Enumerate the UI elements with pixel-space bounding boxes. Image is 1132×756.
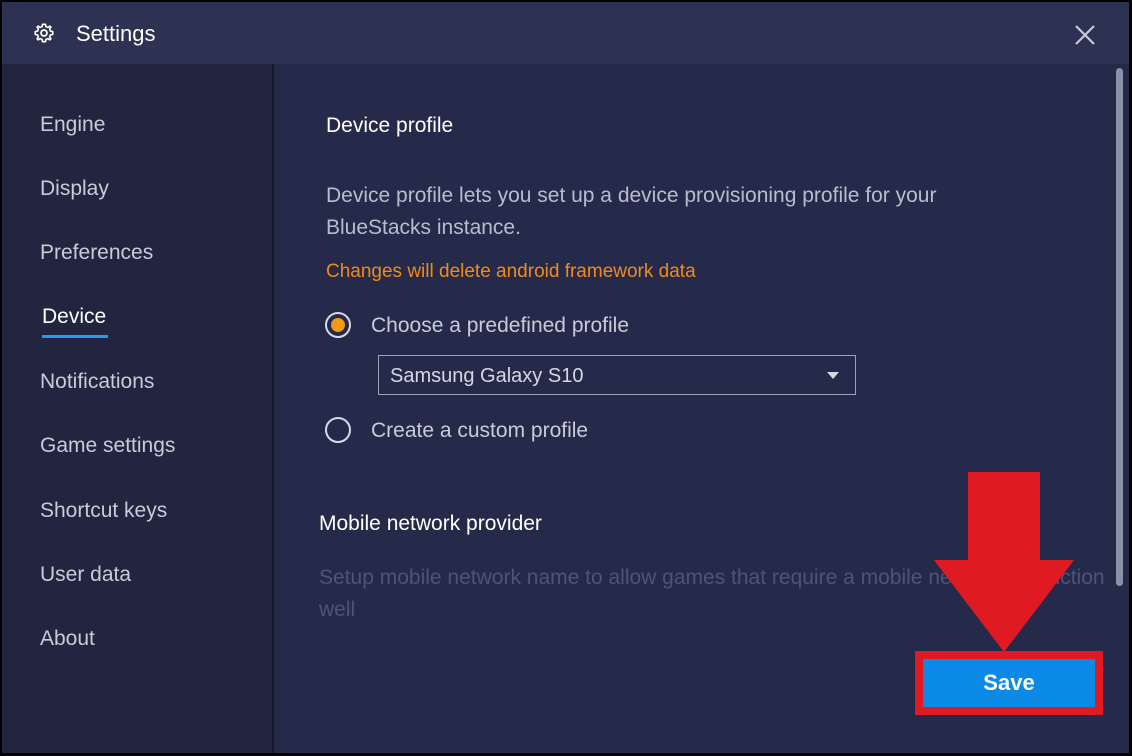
sidebar-item-user-data[interactable]: User data [40, 562, 131, 588]
custom-profile-label[interactable]: Create a custom profile [371, 418, 588, 444]
sidebar-item-game-settings[interactable]: Game settings [40, 433, 175, 459]
chevron-down-icon [827, 372, 839, 379]
gear-icon [34, 23, 54, 43]
sidebar-item-shortcut-keys[interactable]: Shortcut keys [40, 498, 167, 524]
sidebar-item-preferences[interactable]: Preferences [40, 240, 153, 266]
device-profile-description: Device profile lets you set up a device … [326, 184, 937, 239]
device-profile-dropdown-value: Samsung Galaxy S10 [390, 365, 584, 387]
sidebar-item-notifications[interactable]: Notifications [40, 369, 154, 395]
predefined-profile-radio[interactable] [325, 312, 351, 338]
window-title: Settings [76, 21, 156, 46]
close-button[interactable] [1068, 18, 1102, 52]
custom-profile-radio[interactable] [325, 417, 351, 443]
device-profile-warning: Changes will delete android framework da… [326, 261, 696, 282]
active-tab-indicator [42, 335, 108, 338]
settings-window: Settings Engine Display Preferences Devi… [2, 2, 1129, 753]
sidebar-item-display[interactable]: Display [40, 176, 109, 202]
close-icon [1075, 25, 1095, 45]
content-scrollbar[interactable] [1116, 68, 1123, 586]
mobile-network-heading: Mobile network provider [319, 512, 542, 535]
sidebar-item-about[interactable]: About [40, 626, 95, 652]
radio-selected-dot [331, 318, 345, 332]
arrow-down-icon [934, 472, 1074, 652]
device-profile-heading: Device profile [326, 114, 454, 137]
predefined-profile-label[interactable]: Choose a predefined profile [371, 313, 629, 339]
sidebar-item-device[interactable]: Device [42, 304, 106, 330]
sidebar-item-engine[interactable]: Engine [40, 112, 105, 138]
title-bar: Settings [2, 2, 1129, 64]
device-profile-dropdown[interactable]: Samsung Galaxy S10 [378, 355, 856, 395]
save-button[interactable]: Save [923, 659, 1095, 707]
